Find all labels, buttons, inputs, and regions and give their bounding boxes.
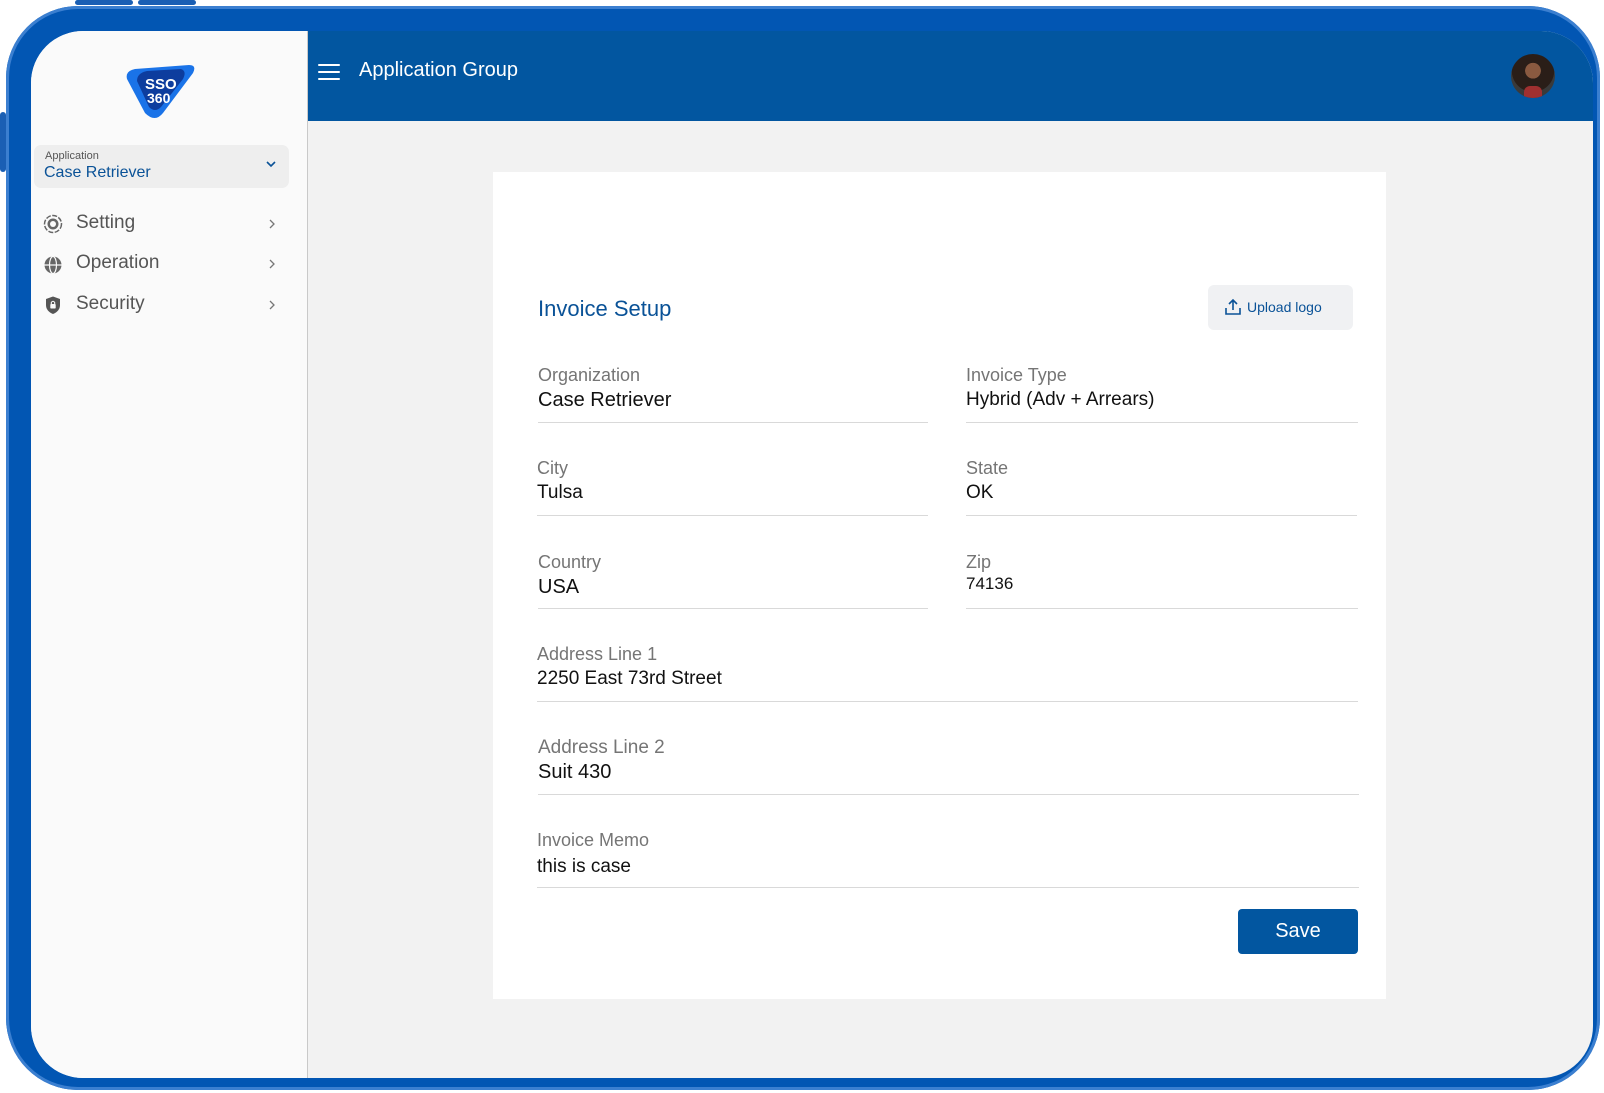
hamburger-menu-icon[interactable] (318, 64, 340, 84)
zip-field: Zip (966, 552, 1358, 609)
save-button[interactable]: Save (1238, 909, 1358, 954)
address-line-2-label: Address Line 2 (538, 737, 665, 758)
zip-input[interactable] (966, 574, 1358, 594)
sidebar-item-label: Security (76, 293, 145, 314)
state-label: State (966, 458, 1009, 478)
page-title: Application Group (359, 59, 518, 81)
device-button (138, 0, 196, 5)
city-field: City (537, 458, 928, 516)
invoice-setup-title: Invoice Setup (538, 296, 672, 321)
upload-icon (1225, 298, 1241, 315)
address-line-2-field: Address Line 2 (538, 737, 1359, 795)
app-screen: SSO 360 Application Case Retriever Setti… (31, 31, 1593, 1078)
application-selector-value: Case Retriever (44, 164, 151, 181)
chevron-down-icon (266, 161, 276, 168)
address-line-1-input[interactable] (537, 668, 1358, 690)
address-line-2-input[interactable] (538, 761, 1359, 784)
sso360-logo: SSO 360 (126, 65, 195, 118)
organization-field: Organization (538, 365, 928, 423)
application-selector-label: Application (45, 150, 99, 162)
globe-icon (44, 255, 62, 274)
upload-logo-button[interactable]: Upload logo (1208, 285, 1353, 330)
invoice-memo-field: Invoice Memo (537, 830, 1359, 888)
device-button (75, 0, 133, 5)
invoice-type-field: Invoice Type (966, 365, 1358, 423)
city-label: City (537, 458, 568, 478)
device-frame: SSO 360 Application Case Retriever Setti… (6, 6, 1600, 1090)
user-avatar[interactable] (1511, 54, 1555, 98)
gear-icon (43, 214, 63, 234)
state-input[interactable] (966, 482, 1357, 504)
organization-input[interactable] (538, 389, 928, 412)
sidebar: SSO 360 Application Case Retriever Setti… (31, 31, 308, 1078)
city-input[interactable] (537, 482, 928, 504)
invoice-memo-input[interactable] (537, 856, 1359, 878)
address-line-1-field: Address Line 1 (537, 644, 1358, 702)
invoice-type-label: Invoice Type (966, 365, 1067, 385)
sidebar-item-operation[interactable]: Operation (31, 247, 308, 281)
shield-lock-icon (46, 296, 60, 314)
application-selector[interactable]: Application Case Retriever (34, 145, 289, 188)
organization-label: Organization (538, 365, 641, 385)
svg-text:360: 360 (147, 90, 171, 106)
sidebar-item-security[interactable]: Security (31, 288, 308, 322)
country-input[interactable] (538, 576, 928, 599)
state-field: State (966, 458, 1357, 516)
sidebar-item-setting[interactable]: Setting (31, 207, 308, 241)
top-app-bar: Application Group (308, 31, 1593, 121)
zip-label: Zip (966, 552, 992, 572)
invoice-memo-label: Invoice Memo (537, 830, 650, 850)
address-line-1-label: Address Line 1 (537, 644, 658, 664)
chevron-right-icon (269, 259, 275, 269)
invoice-setup-card: Invoice Setup Upload logo Organization I… (493, 172, 1386, 999)
sidebar-item-label: Setting (76, 212, 136, 233)
country-field: Country (538, 552, 928, 609)
country-label: Country (538, 552, 602, 572)
chevron-right-icon (269, 300, 275, 310)
invoice-type-input[interactable] (966, 389, 1358, 411)
sidebar-item-label: Operation (76, 252, 160, 273)
upload-logo-label: Upload logo (1247, 299, 1322, 315)
chevron-right-icon (269, 219, 275, 229)
